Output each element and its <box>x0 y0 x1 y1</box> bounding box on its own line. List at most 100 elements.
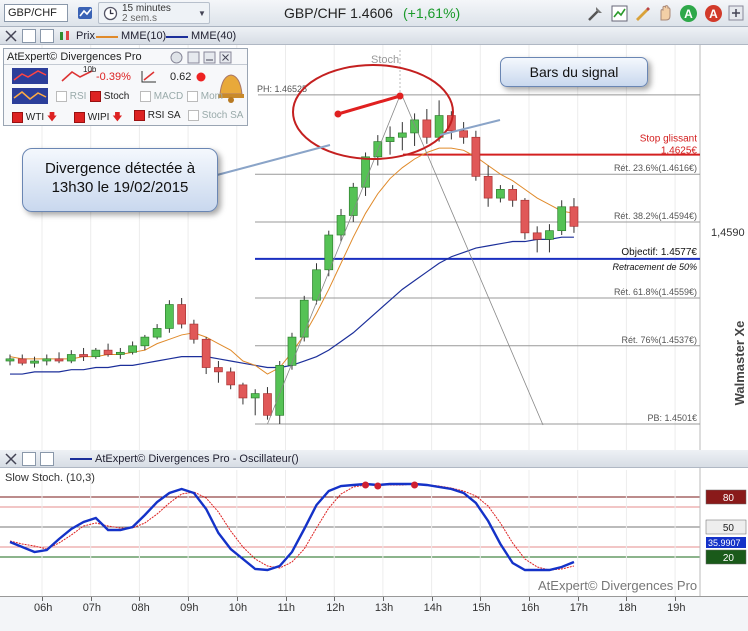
maximize-pane-button[interactable] <box>22 29 36 43</box>
rsi-option[interactable]: RSI <box>56 91 86 102</box>
watermark-vertical: Walmaster Xe <box>732 321 747 406</box>
candle-up <box>336 215 346 236</box>
candle-up <box>397 132 407 138</box>
x-tick-label: 06h <box>34 602 53 614</box>
candle-up <box>152 328 162 338</box>
mme40-swatch <box>166 36 188 38</box>
chevron-down-icon[interactable]: ▼ <box>198 9 206 18</box>
callout-pointer-1 <box>216 144 331 176</box>
candle-down <box>17 358 27 364</box>
candle-down <box>201 338 211 368</box>
divergence-panel: AtExpert© Divergences Pro 10b -0.39% 0.6… <box>3 48 248 126</box>
candle-down <box>54 358 64 362</box>
hand-icon[interactable] <box>656 4 675 23</box>
panel-minimize-icon[interactable] <box>203 51 216 64</box>
x-tick <box>529 597 530 601</box>
candle-up <box>361 156 370 188</box>
panel-settings-icon[interactable] <box>170 51 183 64</box>
x-tick <box>480 597 482 601</box>
divergence-point <box>334 110 342 118</box>
x-tick-label: 17h <box>569 602 589 614</box>
fib-label: Rét. 23.6%(1.4616€) <box>614 163 697 173</box>
panel-close-icon[interactable] <box>219 51 232 64</box>
x-tick-label: 08h <box>131 602 150 614</box>
x-tick <box>236 597 238 601</box>
period-tag: 10b <box>83 65 97 74</box>
x-tick-label: 18h <box>618 602 637 614</box>
stoch-swatch <box>70 458 92 460</box>
candle-down <box>459 130 468 138</box>
chart-title: GBP/CHF 1.4606 <box>284 5 393 21</box>
macd-option[interactable]: MACD <box>140 91 183 102</box>
candle-down <box>79 354 88 358</box>
x-tick <box>90 597 92 601</box>
stoch-option[interactable]: Stoch <box>90 91 129 102</box>
x-tick-label: 14h <box>423 602 442 614</box>
wipi-option[interactable]: WIPI 🡇 <box>74 110 123 127</box>
x-tick-label: 19h <box>667 602 686 614</box>
candle-down <box>226 371 236 386</box>
x-tick <box>42 597 43 601</box>
candle-down <box>189 323 199 340</box>
drawing-icon[interactable] <box>633 4 652 23</box>
candle-up <box>91 349 101 358</box>
indicator-icon[interactable] <box>610 4 629 23</box>
stoch-level-label: 20 <box>723 553 735 564</box>
stoch-pin-icon[interactable] <box>4 452 18 466</box>
legend-mme10: MME(10) <box>121 30 167 42</box>
x-tick <box>334 597 336 601</box>
panel-pin-icon[interactable] <box>187 51 200 64</box>
stoch-divergence-point <box>362 481 370 489</box>
close-pane-button[interactable] <box>40 29 54 43</box>
mom-option[interactable]: Mom <box>187 91 223 102</box>
x-tick <box>188 597 190 601</box>
mme10-swatch <box>96 36 118 38</box>
stoch-sa-option[interactable]: Stoch SA <box>188 110 243 121</box>
x-tick-label: 13h <box>374 602 394 614</box>
change-percent: (+1,61%) <box>403 5 461 21</box>
rsi-sa-option[interactable]: RSI SA <box>134 110 181 121</box>
candle-down <box>422 119 432 138</box>
divergence-point <box>396 92 404 100</box>
candle-down <box>508 189 518 201</box>
x-tick-label: 16h <box>521 602 540 614</box>
stoch-current-value: 35.9907 <box>708 538 741 548</box>
top-toolbar: GBP/CHF 15 minutes 2 sem.s ▼ GBP/CHF 1.4… <box>0 0 748 27</box>
pin-tool-icon[interactable] <box>4 29 18 43</box>
stoch-header-bar: AtExpert© Divergences Pro - Oscillateur(… <box>0 450 748 468</box>
fib-label: Rét. 76%(1.4537€) <box>621 335 697 345</box>
stop-value: 1.4625€ <box>661 146 698 157</box>
candle-up <box>496 189 505 199</box>
alert-green-icon[interactable]: A <box>679 4 698 23</box>
signal-bars-callout: Bars du signal <box>500 57 648 87</box>
stoch-label: Slow Stoch. (10,3) <box>5 472 95 484</box>
symbol-input[interactable]: GBP/CHF <box>4 4 68 22</box>
overlay-annotations <box>216 50 544 426</box>
candle-down <box>483 176 493 199</box>
candle-up <box>115 351 125 355</box>
x-tick <box>577 597 579 601</box>
x-tick <box>626 597 628 601</box>
candle-down <box>263 393 272 416</box>
tools-icon[interactable] <box>586 4 605 23</box>
candle-up <box>287 336 297 366</box>
alert-red-icon[interactable]: A <box>704 4 723 23</box>
x-tick <box>382 597 384 601</box>
svg-text:A: A <box>684 7 693 21</box>
period-label: 2 sem.s <box>122 13 158 24</box>
stoch-chart[interactable]: 80 50 20 35.9907 <box>0 450 748 596</box>
x-tick-label: 11h <box>277 602 296 614</box>
settings-icon[interactable] <box>728 5 744 21</box>
stoch-level-label: 80 <box>723 493 735 504</box>
candle-up <box>250 393 260 399</box>
candle-down <box>532 232 542 240</box>
fib-label: PB: 1.4501€ <box>647 413 697 423</box>
panel-title: AtExpert© Divergences Pro <box>7 51 142 63</box>
x-tick-label: 12h <box>326 602 345 614</box>
stoch-maximize-button[interactable] <box>22 452 36 466</box>
candle-up <box>128 345 137 353</box>
wti-option[interactable]: WTI 🡇 <box>12 110 57 127</box>
stoch-close-button[interactable] <box>40 452 54 466</box>
candle-down <box>177 304 186 325</box>
chart-type-icon[interactable] <box>76 4 94 22</box>
